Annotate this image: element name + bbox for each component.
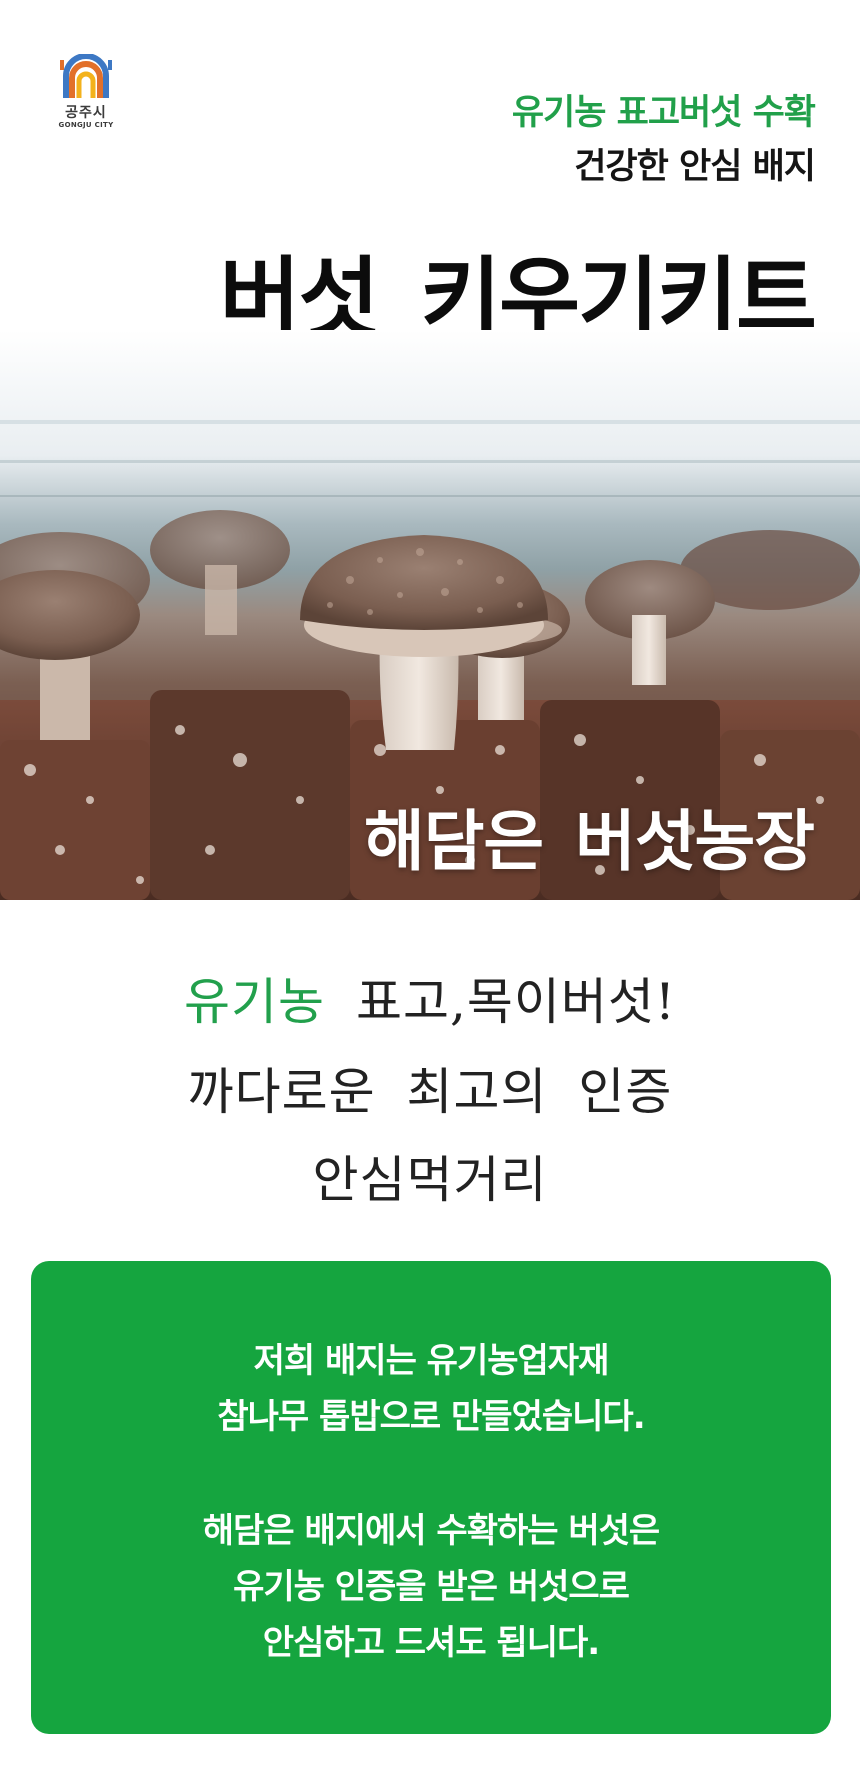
slogan-mushroom-types: 표고,목이버섯! [355,973,676,1031]
info-line-2: 참나무 톱밥으로 만들었습니다. [217,1397,645,1437]
info-box: 저희 배지는 유기농업자재 참나무 톱밥으로 만들었습니다. 해담은 배지에서 … [31,1261,831,1734]
tagline-healthy-medium: 건강한 안심 배지 [574,147,816,187]
slogan-line-2: 까다로운 최고의 인증 [187,1063,673,1121]
hero-mushroom-photo: 해담은 버섯농장 [0,330,860,900]
info-line-4: 유기농 인증을 받은 버섯으로 [233,1567,630,1607]
tagline-organic-harvest: 유기농 표고버섯 수확 [511,93,816,133]
slogan-line-1: 유기농 표고,목이버섯! [0,962,860,1034]
logo-korean-text: 공주시 [65,105,107,121]
info-line-1: 저희 배지는 유기농업자재 [253,1341,610,1381]
logo-english-text: GONGJU CITY [58,121,114,129]
info-line-5: 안심하고 드셔도 됩니다. [262,1623,600,1663]
city-gate-icon [60,54,112,98]
info-line-3: 해담은 배지에서 수확하는 버섯은 [202,1511,660,1551]
gongju-city-logo: 공주시 GONGJU CITY [54,54,118,140]
slogan-organic-highlight: 유기농 [184,973,326,1031]
farm-name-caption: 해담은 버섯농장 [363,803,815,880]
slogan-line-3: 안심먹거리 [312,1151,548,1209]
